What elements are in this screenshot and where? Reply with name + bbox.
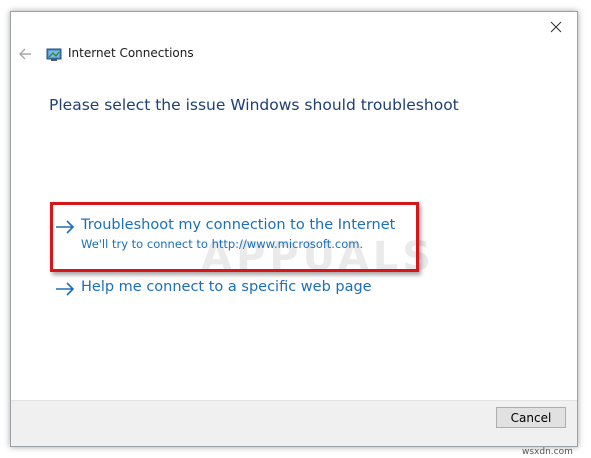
dialog-footer: Cancel: [11, 400, 577, 446]
credit-text: wsxdn.com: [522, 447, 573, 457]
arrow-right-icon: [56, 282, 75, 296]
title-bar: Internet Connections: [11, 42, 577, 68]
dialog-window: Internet Connections Please select the i…: [10, 11, 578, 447]
close-button[interactable]: [543, 16, 569, 38]
option-label[interactable]: Help me connect to a specific web page: [81, 279, 372, 295]
network-icon: [46, 47, 62, 61]
option-connect-web-page[interactable]: Help me connect to a specific web page: [55, 279, 375, 301]
close-icon: [550, 21, 562, 33]
back-arrow-icon: [19, 48, 31, 60]
page-heading: Please select the issue Windows should t…: [49, 96, 459, 114]
cancel-button[interactable]: Cancel: [496, 407, 566, 428]
highlight-box: [50, 202, 419, 272]
back-button[interactable]: [17, 46, 33, 62]
window-title: Internet Connections: [68, 46, 194, 60]
